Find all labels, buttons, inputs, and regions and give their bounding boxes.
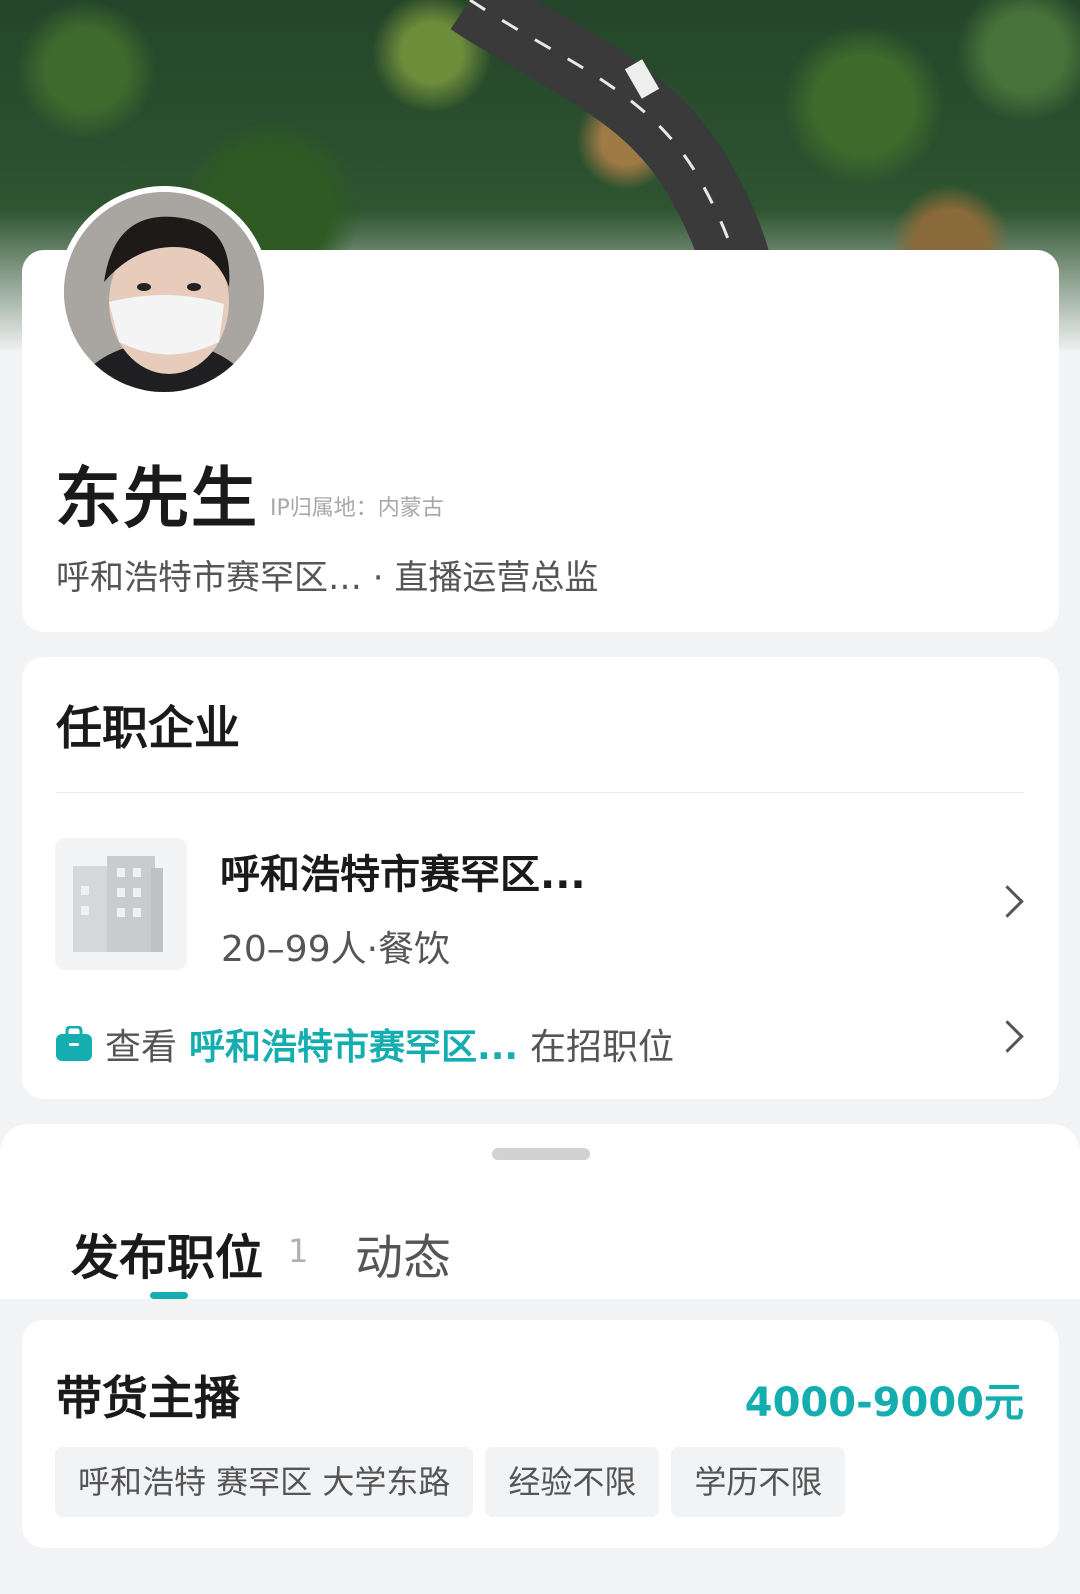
job-tag-education: 学历不限 — [671, 1447, 846, 1517]
job-title: 带货主播 — [56, 1371, 240, 1425]
tab-posted-jobs-count: 1 — [288, 1232, 309, 1270]
tab-posted-jobs[interactable]: 发布职位 — [71, 1218, 263, 1288]
profile-subline: 呼和浩特市赛罕区… · 直播运营总监 — [56, 558, 599, 598]
section-title: 任职企业 — [56, 701, 240, 755]
job-tags: 呼和浩特 赛罕区 大学东路 经验不限 学历不限 — [55, 1447, 846, 1517]
active-tab-indicator — [150, 1292, 188, 1299]
drag-handle[interactable] — [492, 1148, 590, 1160]
ip-location: IP归属地：内蒙古 — [270, 496, 444, 521]
profile-name: 东先生 — [55, 460, 259, 537]
building-icon — [73, 856, 163, 952]
view-jobs-link[interactable]: 查看 呼和浩特市赛罕区... 在招职位 — [55, 1018, 674, 1070]
job-tag-experience: 经验不限 — [485, 1447, 660, 1517]
company-meta: 20–99人·餐饮 — [221, 929, 451, 970]
jobs-link-prefix: 查看 — [105, 1027, 178, 1068]
jobs-link-company: 呼和浩特市赛罕区... — [189, 1027, 519, 1068]
avatar[interactable] — [58, 186, 270, 398]
job-tag-location: 呼和浩特 赛罕区 大学东路 — [55, 1447, 474, 1517]
company-logo[interactable] — [55, 838, 187, 970]
briefcase-icon — [56, 1026, 92, 1061]
jobs-link-suffix: 在招职位 — [530, 1027, 675, 1068]
job-salary: 4000-9000元 — [744, 1380, 1024, 1426]
divider — [56, 792, 1024, 793]
company-name[interactable]: 呼和浩特市赛罕区... — [220, 842, 586, 900]
tab-activity[interactable]: 动态 — [355, 1218, 451, 1288]
